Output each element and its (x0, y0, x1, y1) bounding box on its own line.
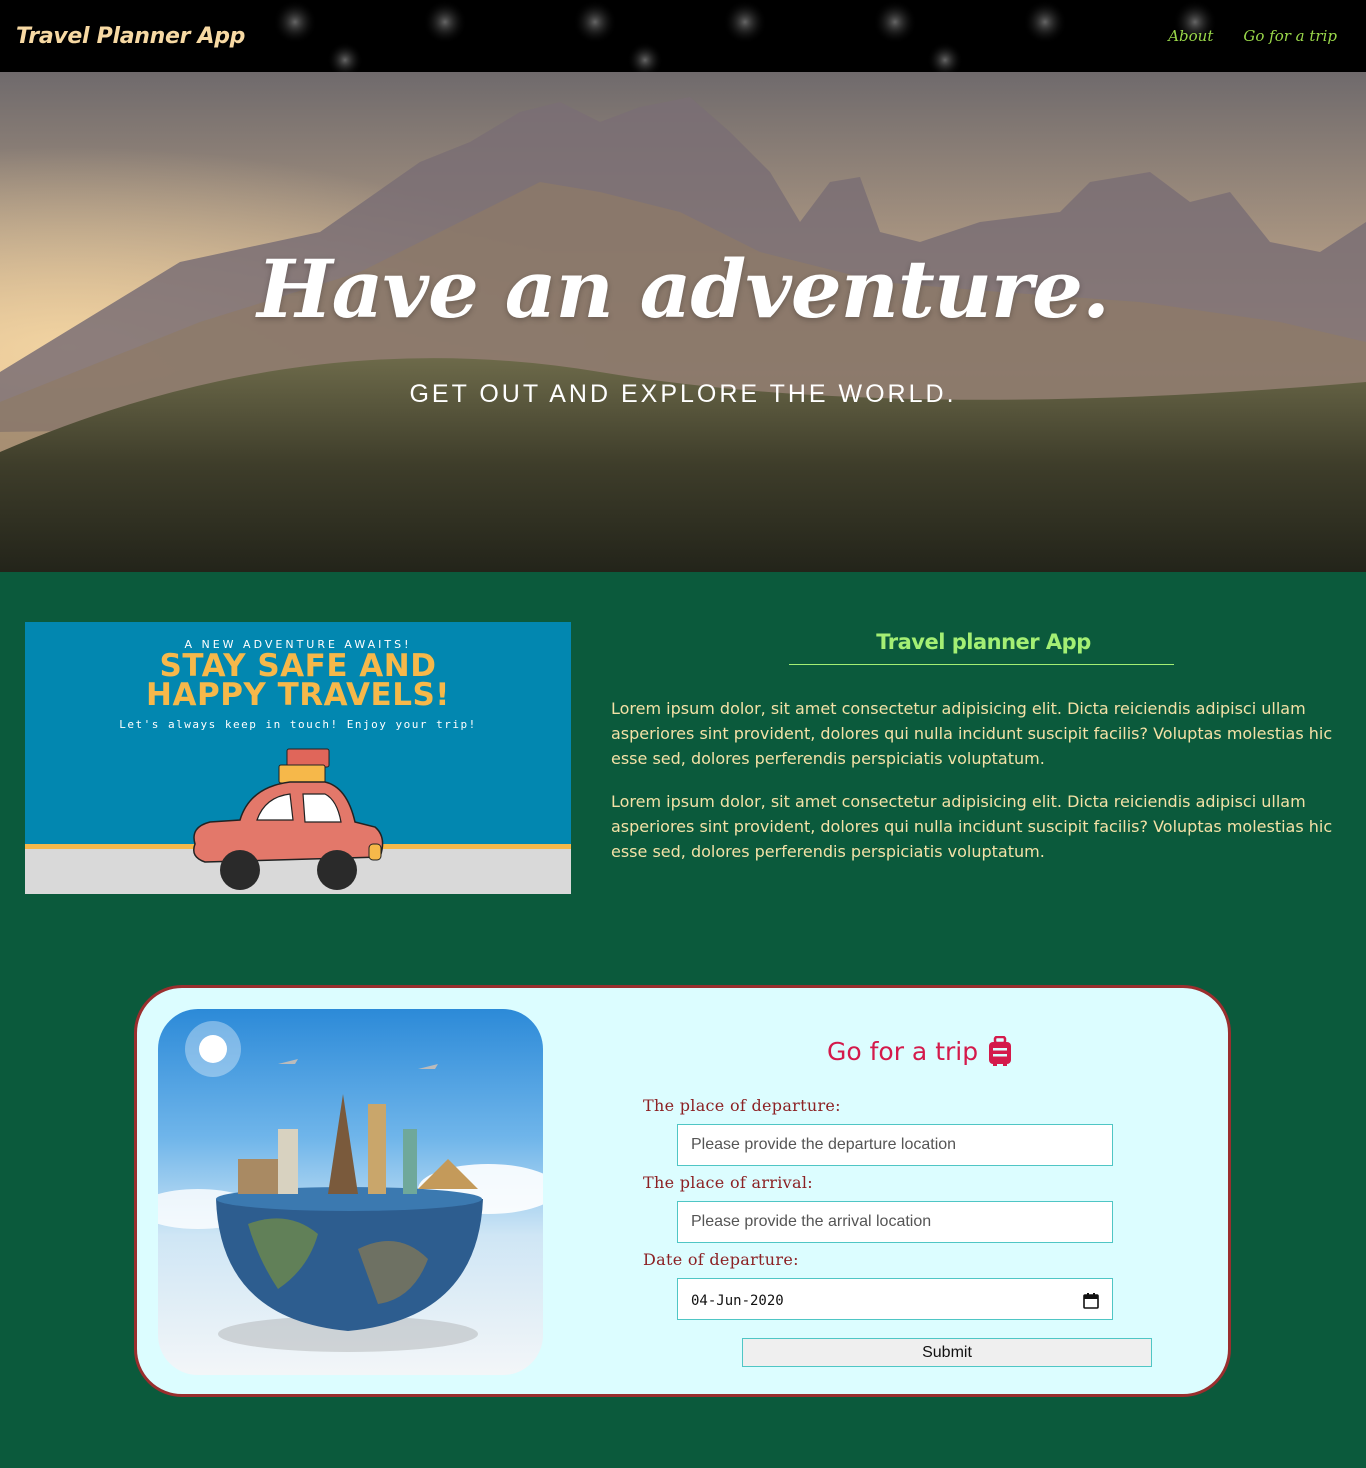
nav-links: About Go for a trip (1168, 27, 1350, 45)
trip-form-title-text: Go for a trip (827, 1036, 979, 1066)
departure-label: The place of departure: (643, 1096, 841, 1115)
calendar-icon[interactable] (1083, 1293, 1099, 1309)
departure-date-input[interactable]: 04-Jun-2020 (677, 1278, 1113, 1320)
nav-link-about[interactable]: About (1168, 27, 1213, 45)
poster-headline-line-2: HAPPY TRAVELS! (146, 677, 450, 713)
about-paragraph: Lorem ipsum dolor, sit amet consectetur … (611, 792, 1333, 861)
departure-date-value: 04-Jun-2020 (691, 1293, 784, 1309)
arrival-input[interactable]: Please provide the arrival location (677, 1201, 1113, 1243)
about-paragraph: Lorem ipsum dolor, sit amet consectetur … (611, 699, 1333, 768)
suitcase-icon (989, 1036, 1012, 1066)
arrival-label: The place of arrival: (643, 1173, 813, 1192)
poster-headline: STAY SAFE AND HAPPY TRAVELS! (25, 651, 571, 713)
travel-poster-image: A NEW ADVENTURE AWAITS! STAY SAFE AND HA… (25, 622, 571, 894)
hero-banner: Have an adventure. GET OUT AND EXPLORE T… (0, 72, 1366, 572)
hero-title: Have an adventure. (257, 242, 1110, 336)
world-landmarks-globe-image (158, 1009, 543, 1375)
about-section: Travel planner App Lorem ipsum dolor, si… (611, 630, 1356, 864)
trip-form-card: Go for a trip The place of departure: Pl… (134, 985, 1231, 1397)
brand-logo[interactable]: Travel Planner App (16, 24, 245, 49)
about-title: Travel planner App (876, 630, 1091, 654)
nav-link-go-for-a-trip[interactable]: Go for a trip (1243, 27, 1337, 45)
departure-input[interactable]: Please provide the departure location (677, 1124, 1113, 1166)
hero-subtitle: GET OUT AND EXPLORE THE WORLD. (409, 380, 957, 408)
trip-form-title: Go for a trip (827, 1036, 1012, 1066)
submit-button[interactable]: Submit (742, 1338, 1152, 1367)
about-divider (789, 664, 1174, 665)
poster-tagline: Let's always keep in touch! Enjoy your t… (119, 718, 477, 731)
date-label: Date of departure: (643, 1250, 799, 1269)
top-navbar: Travel Planner App About Go for a trip (0, 0, 1366, 72)
